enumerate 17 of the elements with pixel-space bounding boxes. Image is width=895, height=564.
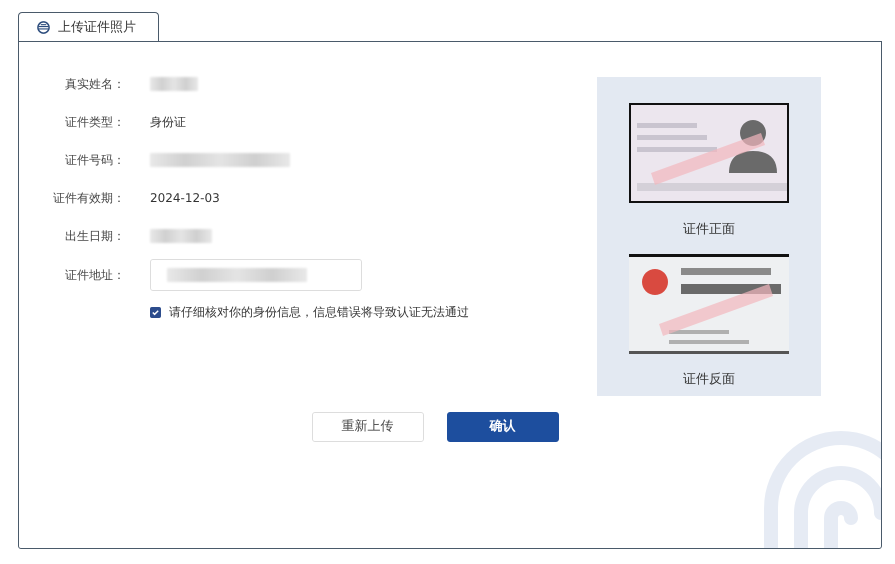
photo-caption: 证件反面 [683, 370, 735, 388]
confirm-label: 请仔细核对你的身份信息，信息错误将导致认证无法通过 [169, 304, 469, 321]
reupload-button[interactable]: 重新上传 [312, 412, 424, 442]
field-label: 证件类型： [64, 114, 125, 131]
field-label: 出生日期： [64, 228, 125, 245]
confirm-button[interactable]: 确认 [446, 412, 558, 442]
field-label: 证件地址： [64, 267, 125, 284]
field-value: 2024-12-03 [150, 190, 220, 207]
tab[interactable]: 上传证件照片 [18, 12, 159, 42]
checkbox[interactable] [150, 306, 161, 318]
address-field[interactable] [150, 259, 362, 291]
field-label: 证件有效期： [52, 190, 125, 207]
field-value: 身份证 [150, 114, 186, 131]
field-label: 证件号码： [64, 152, 125, 169]
photo-caption: 证件正面 [683, 221, 735, 239]
globe-icon [37, 21, 50, 34]
field-label: 真实姓名： [64, 76, 125, 93]
